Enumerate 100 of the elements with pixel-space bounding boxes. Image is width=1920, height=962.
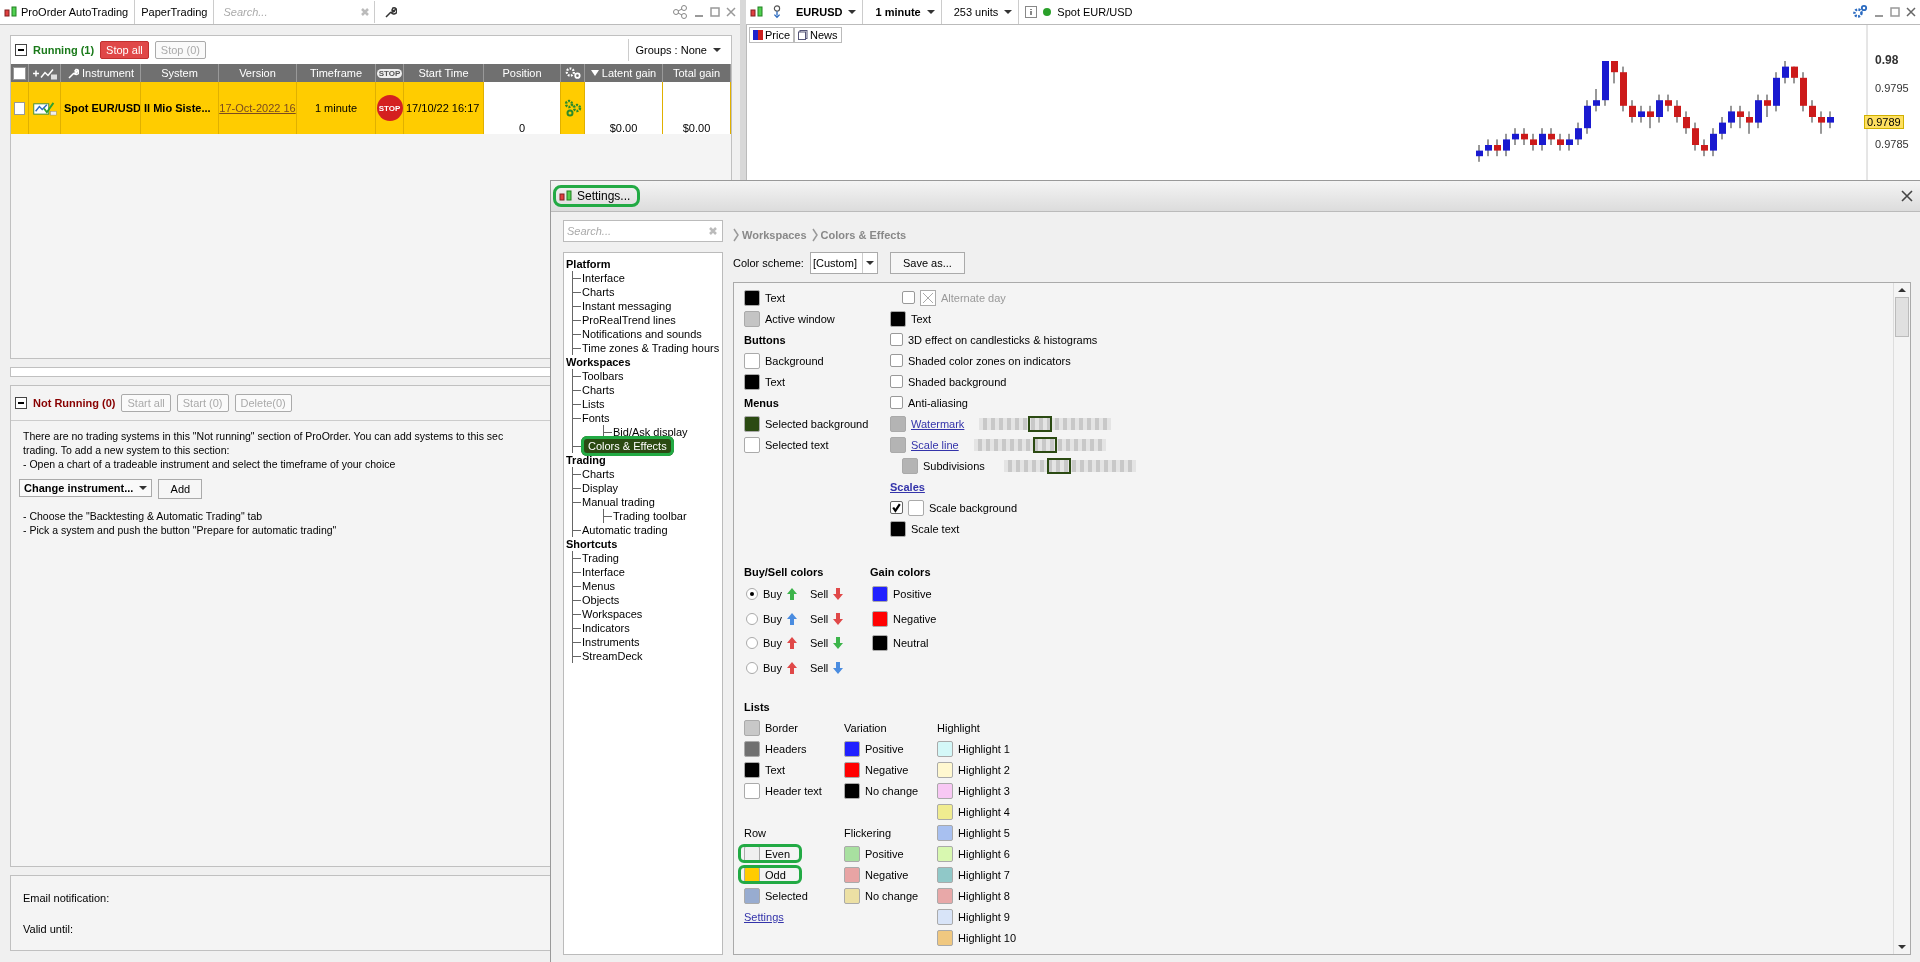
- color-swatch[interactable]: [890, 520, 906, 537]
- checkbox[interactable]: [902, 291, 915, 304]
- column-header[interactable]: Timeframe: [307, 65, 365, 81]
- version-link[interactable]: 17-Oct-2022 16: [219, 102, 296, 114]
- candlestick-icon[interactable]: [750, 5, 764, 19]
- column-header[interactable]: Position: [500, 65, 544, 81]
- tree-item[interactable]: Interface: [581, 272, 626, 284]
- opacity-slider[interactable]: [973, 438, 1106, 451]
- radio-button[interactable]: [746, 637, 758, 650]
- color-swatch[interactable]: [872, 610, 888, 627]
- close-icon[interactable]: [1906, 7, 1916, 17]
- tree-group[interactable]: Shortcuts: [566, 538, 618, 550]
- slider-thumb[interactable]: [1033, 436, 1058, 453]
- tree-item[interactable]: Objects: [581, 594, 621, 606]
- color-swatch[interactable]: [872, 586, 888, 603]
- tree-item[interactable]: StreamDeck: [581, 650, 644, 662]
- color-swatch[interactable]: [844, 740, 860, 757]
- wrench-icon[interactable]: [383, 5, 398, 19]
- search-field[interactable]: Search...: [563, 220, 723, 242]
- tree-item[interactable]: Instruments: [581, 636, 641, 648]
- tree-item[interactable]: Toolbars: [581, 370, 625, 382]
- row-checkbox[interactable]: [14, 101, 25, 115]
- tree-item[interactable]: Menus: [581, 580, 617, 592]
- radio-button[interactable]: [746, 661, 758, 674]
- share-icon[interactable]: [672, 4, 688, 20]
- tree-item[interactable]: Notifications and sounds: [581, 328, 703, 340]
- option-link[interactable]: Scale line: [911, 438, 959, 451]
- opacity-slider[interactable]: [1003, 459, 1136, 472]
- color-swatch[interactable]: [744, 782, 760, 799]
- color-swatch[interactable]: [937, 824, 953, 841]
- color-swatch[interactable]: [744, 719, 760, 736]
- tree-item[interactable]: Indicators: [581, 622, 631, 634]
- collapse-toggle[interactable]: [15, 397, 27, 409]
- chart-tab[interactable]: Price: [749, 27, 795, 43]
- tree-group[interactable]: Trading: [566, 454, 606, 466]
- color-swatch[interactable]: [744, 415, 760, 432]
- tree-item[interactable]: Colors & Effects: [581, 436, 674, 456]
- color-swatch[interactable]: [844, 782, 860, 799]
- instrument-dropdown[interactable]: Change instrument...: [19, 479, 153, 497]
- option-link[interactable]: Watermark: [911, 417, 965, 430]
- color-swatch[interactable]: [744, 740, 760, 757]
- color-swatch[interactable]: [937, 740, 953, 757]
- tree-item[interactable]: Trading: [581, 552, 620, 564]
- scroll-thumb[interactable]: [1895, 297, 1909, 337]
- color-swatch[interactable]: [937, 782, 953, 799]
- gears-icon[interactable]: [563, 99, 582, 117]
- clear-icon[interactable]: [360, 7, 371, 17]
- tree-item[interactable]: Bid/Ask display: [612, 426, 689, 438]
- color-swatch[interactable]: [744, 373, 760, 390]
- checkbox[interactable]: [890, 375, 903, 388]
- color-swatch[interactable]: [937, 929, 953, 946]
- color-swatch[interactable]: [872, 635, 888, 652]
- chart-icon[interactable]: [31, 100, 58, 116]
- color-swatch[interactable]: [908, 499, 924, 516]
- tree-item[interactable]: Automatic trading: [581, 524, 669, 536]
- scrollbar[interactable]: [1893, 283, 1910, 954]
- column-header[interactable]: Version: [237, 65, 278, 81]
- checkbox[interactable]: [890, 354, 903, 367]
- slider-thumb[interactable]: [1027, 415, 1052, 432]
- radio-button[interactable]: [746, 588, 758, 601]
- clear-icon[interactable]: [708, 226, 718, 236]
- maximize-icon[interactable]: [1890, 7, 1900, 17]
- app-tab[interactable]: PaperTrading: [141, 0, 215, 24]
- section-link[interactable]: Scales: [890, 480, 925, 493]
- checkbox[interactable]: [890, 396, 903, 409]
- slider-thumb[interactable]: [1046, 457, 1071, 474]
- color-swatch[interactable]: [844, 887, 860, 904]
- color-swatch[interactable]: [844, 845, 860, 862]
- app-tab[interactable]: ProOrder AutoTrading: [4, 0, 136, 24]
- opacity-slider[interactable]: [979, 417, 1112, 430]
- color-swatch[interactable]: [937, 803, 953, 820]
- tree-group[interactable]: Workspaces: [566, 356, 631, 368]
- column-header[interactable]: Start Time: [416, 65, 471, 81]
- color-swatch[interactable]: [890, 310, 906, 327]
- color-swatch[interactable]: [744, 310, 760, 327]
- tree-item[interactable]: Instant messaging: [581, 300, 673, 312]
- settings-link[interactable]: Settings: [744, 910, 784, 923]
- tree-item[interactable]: Time zones & Trading hours: [581, 342, 721, 354]
- tree-item[interactable]: Display: [581, 482, 620, 494]
- color-swatch[interactable]: [937, 887, 953, 904]
- tree-item[interactable]: Trading toolbar: [612, 510, 688, 522]
- maximize-icon[interactable]: [710, 7, 720, 17]
- color-swatch[interactable]: [844, 866, 860, 883]
- color-swatch[interactable]: [937, 866, 953, 883]
- color-swatch[interactable]: [744, 887, 760, 904]
- column-header[interactable]: System: [159, 65, 200, 81]
- search-field[interactable]: Search...: [220, 2, 361, 22]
- column-header[interactable]: Total gain: [670, 65, 723, 81]
- color-swatch[interactable]: [744, 761, 760, 778]
- color-swatch[interactable]: [890, 415, 906, 432]
- tree-item[interactable]: ProRealTrend lines: [581, 314, 677, 326]
- color-swatch[interactable]: [744, 289, 760, 306]
- color-swatch[interactable]: [744, 436, 760, 453]
- color-swatch[interactable]: [890, 436, 906, 453]
- tree-item[interactable]: Interface: [581, 566, 626, 578]
- tree-item[interactable]: Manual trading: [581, 496, 656, 508]
- color-swatch[interactable]: [902, 457, 918, 474]
- stop-button[interactable]: STOP: [376, 95, 403, 121]
- settings-icon[interactable]: [1852, 4, 1868, 20]
- color-swatch[interactable]: [844, 761, 860, 778]
